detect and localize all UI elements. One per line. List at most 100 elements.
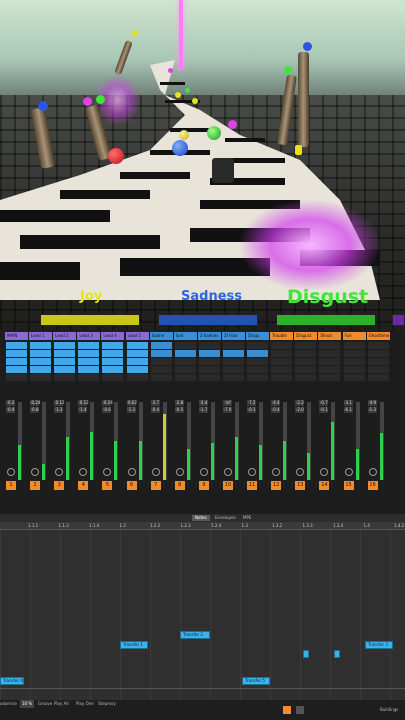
clip-slot[interactable] xyxy=(78,358,100,365)
track-activator[interactable]: 1 xyxy=(6,481,16,490)
clip-slot[interactable] xyxy=(343,358,365,365)
volume-fader[interactable] xyxy=(90,402,95,480)
volume-fader[interactable] xyxy=(331,402,336,480)
clip-slot[interactable] xyxy=(222,366,244,373)
volume-fader[interactable] xyxy=(138,402,143,480)
clip-slot[interactable] xyxy=(295,342,317,349)
clip-slot[interactable] xyxy=(78,342,100,349)
clip-slot[interactable] xyxy=(198,366,220,373)
track-title[interactable]: Ghosttime xyxy=(366,332,390,340)
pan-value[interactable]: -1.3 xyxy=(126,407,136,413)
clip-slot[interactable] xyxy=(271,350,293,357)
clip-slot[interactable] xyxy=(102,342,124,349)
clip-slot[interactable] xyxy=(222,358,244,365)
clip-slot[interactable] xyxy=(30,342,52,349)
clip-slot[interactable] xyxy=(198,342,220,349)
clip-slot[interactable] xyxy=(222,342,244,349)
volume-fader[interactable] xyxy=(114,402,119,480)
volume-value[interactable]: -0.7 xyxy=(319,400,329,406)
tab-notes[interactable]: Notes xyxy=(192,515,210,521)
pan-knob[interactable] xyxy=(103,468,112,476)
groove-label[interactable]: Groove xyxy=(38,700,52,708)
zoom-value[interactable]: 10 % xyxy=(20,700,35,708)
track-activator[interactable]: 14 xyxy=(319,481,330,490)
volume-value[interactable]: -0.02 xyxy=(126,400,137,406)
track-title[interactable]: Lead 5 xyxy=(125,332,149,340)
clip-slot[interactable] xyxy=(198,374,220,381)
clip-slot[interactable] xyxy=(30,366,52,373)
track-title[interactable]: Shout xyxy=(318,332,342,340)
clip-slot[interactable] xyxy=(6,374,27,381)
clip-slot[interactable] xyxy=(150,350,172,357)
pan-value[interactable]: -0.4 xyxy=(271,407,281,413)
clip-slot[interactable] xyxy=(150,374,172,381)
clip-slot[interactable] xyxy=(174,374,196,381)
midi-note-editor[interactable]: Transfer 1 Transfer 2 Transfer 3 Transfe… xyxy=(0,530,405,700)
clip-slot[interactable] xyxy=(102,350,124,357)
track-activator[interactable]: 8 xyxy=(174,481,185,490)
clip-slot[interactable] xyxy=(367,358,389,365)
clip-slot[interactable] xyxy=(6,366,27,373)
volume-fader[interactable] xyxy=(162,402,167,480)
clip-slot[interactable] xyxy=(247,366,269,373)
volume-fader[interactable] xyxy=(355,402,360,480)
pan-value[interactable]: -1.4 xyxy=(78,407,88,413)
pan-knob[interactable] xyxy=(199,468,208,476)
volume-fader[interactable] xyxy=(259,402,264,480)
pan-value[interactable]: -0.1 xyxy=(319,407,329,413)
clip-slot[interactable] xyxy=(319,358,341,365)
pan-knob[interactable] xyxy=(151,468,160,476)
volume-value[interactable]: -2.8 xyxy=(174,400,184,406)
clip-slot[interactable] xyxy=(319,366,341,373)
clip-slot[interactable] xyxy=(150,366,172,373)
track-activator[interactable]: 16 xyxy=(367,481,378,490)
clip-slot[interactable] xyxy=(54,366,76,373)
clip-slot[interactable] xyxy=(247,374,269,381)
clip-slot[interactable] xyxy=(343,342,365,349)
clip-slot[interactable] xyxy=(102,366,124,373)
volume-value[interactable]: -3.7 xyxy=(150,400,160,406)
loop-icon[interactable] xyxy=(296,706,304,714)
play-all-button[interactable]: Play All xyxy=(54,700,69,708)
pan-knob[interactable] xyxy=(31,468,40,476)
track-activator[interactable]: 7 xyxy=(150,481,161,490)
pan-knob[interactable] xyxy=(344,468,353,476)
volume-value[interactable]: -3.4 xyxy=(198,400,208,406)
clip-slot[interactable] xyxy=(367,366,389,373)
clip-slot[interactable] xyxy=(247,342,269,349)
pan-value[interactable]: -0.4 xyxy=(150,407,160,413)
clip-slot[interactable] xyxy=(78,374,100,381)
pan-knob[interactable] xyxy=(296,468,305,476)
clip-slot[interactable] xyxy=(271,358,293,365)
pan-knob[interactable] xyxy=(175,468,184,476)
note-clip-short[interactable] xyxy=(303,650,309,658)
track-activator[interactable]: 9 xyxy=(198,481,209,490)
clip-slot[interactable] xyxy=(367,342,389,349)
track-title[interactable]: Lead 4 xyxy=(101,332,125,340)
pan-knob[interactable] xyxy=(223,468,232,476)
note-clip[interactable]: Transfer 5 xyxy=(242,677,270,685)
clip-slot[interactable] xyxy=(54,342,76,349)
pan-value[interactable]: -0.4 xyxy=(6,407,15,413)
clip-slot[interactable] xyxy=(222,350,244,357)
clip-slot[interactable] xyxy=(126,374,148,381)
track-activator[interactable]: 10 xyxy=(222,481,233,490)
pan-knob[interactable] xyxy=(368,468,377,476)
volume-value[interactable]: -0.24 xyxy=(30,400,40,406)
note-clip-short[interactable] xyxy=(334,650,340,658)
track-title[interactable]: Lead 2 xyxy=(53,332,77,340)
clip-slot[interactable] xyxy=(198,358,220,365)
clip-slot[interactable] xyxy=(54,374,76,381)
note-clip[interactable]: Transfer 1 xyxy=(120,641,148,649)
note-clip[interactable]: Transfer 4 xyxy=(0,677,24,685)
clip-slot[interactable] xyxy=(295,366,317,373)
clip-slot[interactable] xyxy=(102,358,124,365)
clip-slot[interactable] xyxy=(343,350,365,357)
volume-value[interactable]: -0.12 xyxy=(54,400,65,406)
clip-slot[interactable] xyxy=(78,366,100,373)
track-activator[interactable]: 6 xyxy=(126,481,137,490)
clip-slot[interactable] xyxy=(343,366,365,373)
pan-knob[interactable] xyxy=(7,468,15,476)
clip-slot[interactable] xyxy=(174,358,196,365)
pan-value[interactable]: -2.0 xyxy=(295,407,305,413)
